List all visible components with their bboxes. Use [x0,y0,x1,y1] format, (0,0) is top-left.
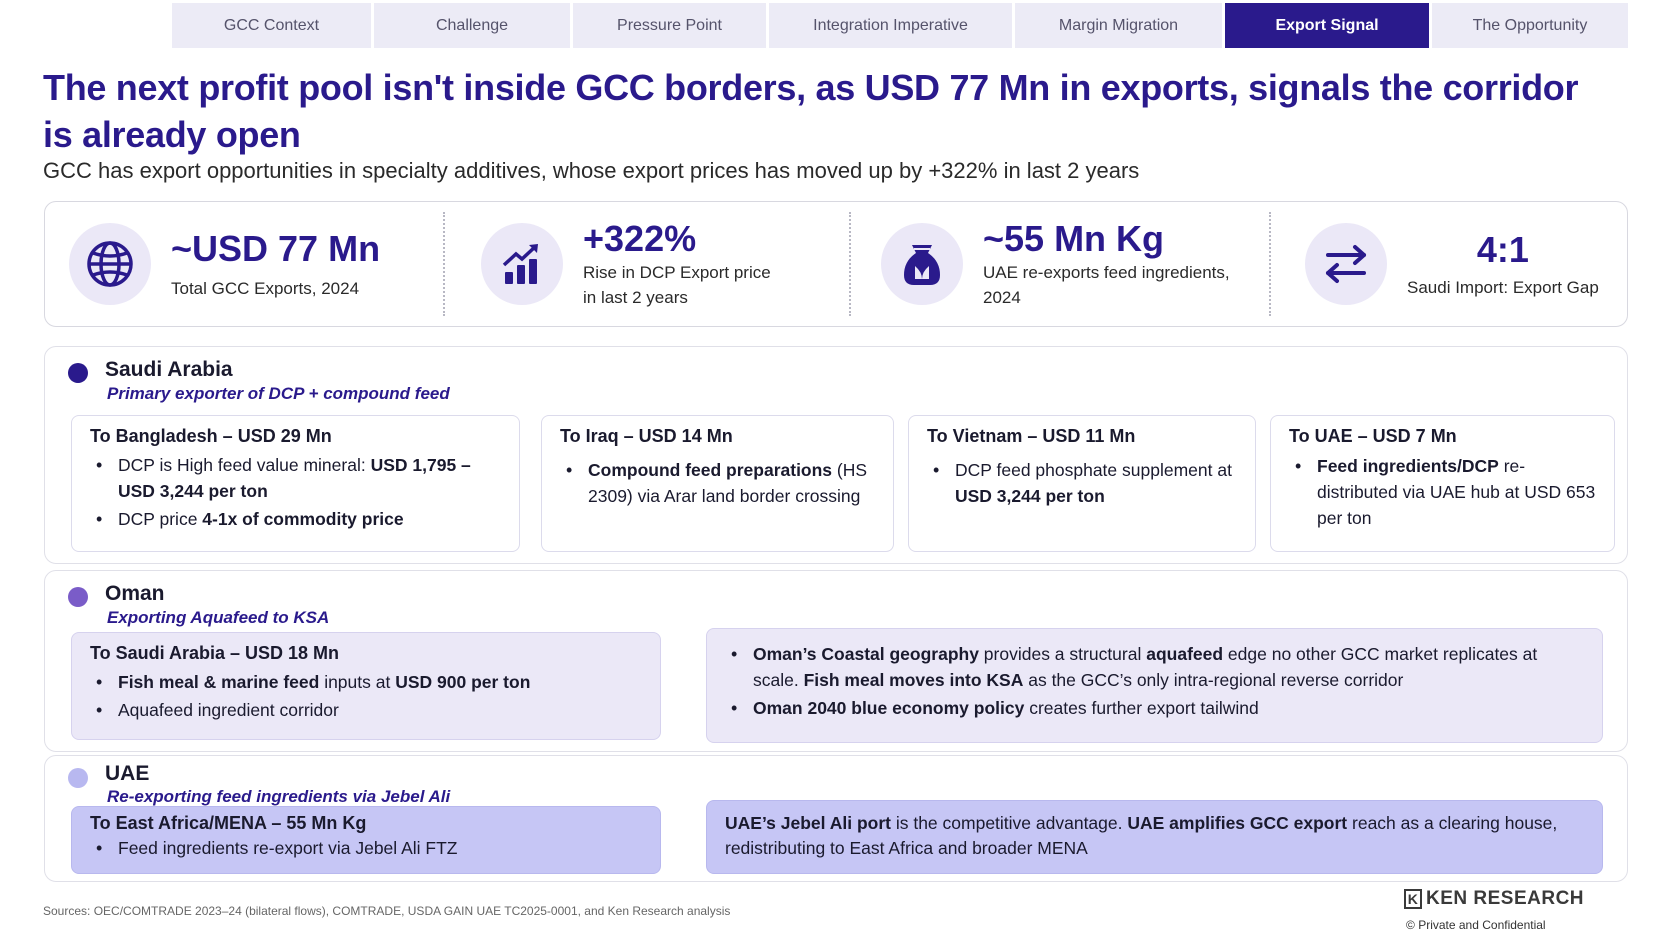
bar-chart-growth-icon [481,223,563,305]
card-heading: To UAE – USD 7 Mn [1289,426,1457,446]
panel-oman: Oman Exporting Aquafeed to KSA To Saudi … [44,570,1628,752]
country-role: Re-exporting feed ingredients via Jebel … [107,787,451,806]
section-tabs: GCC Context Challenge Pressure Point Int… [172,3,1628,48]
bullet: Feed ingredients re-export via Jebel Ali… [90,835,642,861]
kpi-value: +322% [583,218,697,259]
kpi-label: Rise in DCP Export price in last 2 years [583,263,771,307]
export-card-iraq: To Iraq – USD 14 Mn Compound feed prepar… [541,415,894,552]
card-heading: To East Africa/MENA – 55 Mn Kg [90,813,367,833]
tab-export-signal[interactable]: Export Signal [1225,3,1429,48]
tab-integration-imperative[interactable]: Integration Imperative [769,3,1012,48]
bullet: Oman 2040 blue economy policy creates fu… [725,695,1584,721]
bullet: DCP feed phosphate supplement at USD 3,2… [927,457,1237,509]
uae-insight-note: UAE’s Jebel Ali port is the competitive … [706,800,1603,874]
bullet: DCP price 4-1x of commodity price [90,506,501,532]
kpi-uae-reexports: ~55 Mn Kg UAE re-exports feed ingredient… [851,202,1269,326]
page-title: The next profit pool isn't inside GCC bo… [43,67,1579,155]
globe-icon [69,223,151,305]
card-heading: To Bangladesh – USD 29 Mn [90,426,332,446]
kpi-dcp-price-rise: +322% Rise in DCP Export price in last 2 … [445,202,849,326]
export-card-vietnam: To Vietnam – USD 11 Mn DCP feed phosphat… [908,415,1256,552]
kpi-value: 4:1 [1476,228,1529,270]
country-name: Oman [105,582,165,605]
country-role: Exporting Aquafeed to KSA [107,608,330,627]
country-role: Primary exporter of DCP + compound feed [107,384,450,403]
bullet: Fish meal & marine feed inputs at USD 90… [90,669,642,695]
exchange-arrows-icon [1305,223,1387,305]
tab-margin-migration[interactable]: Margin Migration [1015,3,1222,48]
kpi-value: ~USD 77 Mn [171,227,381,269]
tab-challenge[interactable]: Challenge [374,3,570,48]
kpi-label: Saudi Import: Export Gap [1407,277,1599,297]
kpi-total-exports: ~USD 77 Mn Total GCC Exports, 2024 [45,202,443,326]
export-card-bangladesh: To Bangladesh – USD 29 Mn DCP is High fe… [71,415,520,552]
tab-the-opportunity[interactable]: The Opportunity [1432,3,1628,48]
brand-logo: K KEN RESEARCH [1404,888,1584,910]
kpi-label: UAE re-exports feed ingredients, 2024 [983,263,1230,307]
bullet: Oman’s Coastal geography provides a stru… [725,641,1584,693]
card-heading: To Vietnam – USD 11 Mn [927,426,1136,446]
tab-pressure-point[interactable]: Pressure Point [573,3,766,48]
panel-uae: UAE Re-exporting feed ingredients via Je… [44,755,1628,882]
country-dot [68,768,88,788]
bullet: Aquafeed ingredient corridor [90,697,642,723]
oman-insight-note: Oman’s Coastal geography provides a stru… [706,628,1603,743]
country-name: UAE [105,762,150,785]
bullet: Feed ingredients/DCP re-distributed via … [1289,453,1596,531]
kpi-strip: ~USD 77 Mn Total GCC Exports, 2024 +322%… [44,201,1628,327]
bullet: DCP is High feed value mineral: USD 1,79… [90,452,501,504]
country-name: Saudi Arabia [105,358,233,381]
kpi-saudi-gap: 4:1 Saudi Import: Export Gap [1271,202,1627,326]
kpi-label: Total GCC Exports, 2024 [171,278,360,298]
export-card-east-africa-mena: To East Africa/MENA – 55 Mn Kg Feed ingr… [71,806,661,874]
bullet: Compound feed preparations (HS 2309) via… [560,457,875,509]
export-card-uae: To UAE – USD 7 Mn Feed ingredients/DCP r… [1270,415,1615,552]
card-heading: To Saudi Arabia – USD 18 Mn [90,643,340,663]
uae-insight-text: UAE’s Jebel Ali port is the competitive … [725,813,1558,858]
card-heading: To Iraq – USD 14 Mn [560,426,733,446]
kpi-value: ~55 Mn Kg [983,218,1165,259]
panel-saudi-arabia: Saudi Arabia Primary exporter of DCP + c… [44,346,1628,564]
ken-logo-icon: K [1404,889,1422,909]
sources-footnote: Sources: OEC/COMTRADE 2023–24 (bilateral… [43,904,731,918]
country-dot [68,587,88,607]
feed-sack-icon [881,223,963,305]
copyright-icon: © [1406,918,1419,932]
tab-gcc-context[interactable]: GCC Context [172,3,371,48]
page-subtitle: GCC has export opportunities in specialt… [43,158,1140,183]
confidential-note: © Private and Confidential [1406,918,1546,932]
export-card-saudi-arabia: To Saudi Arabia – USD 18 Mn Fish meal & … [71,632,661,740]
country-dot [68,363,88,383]
